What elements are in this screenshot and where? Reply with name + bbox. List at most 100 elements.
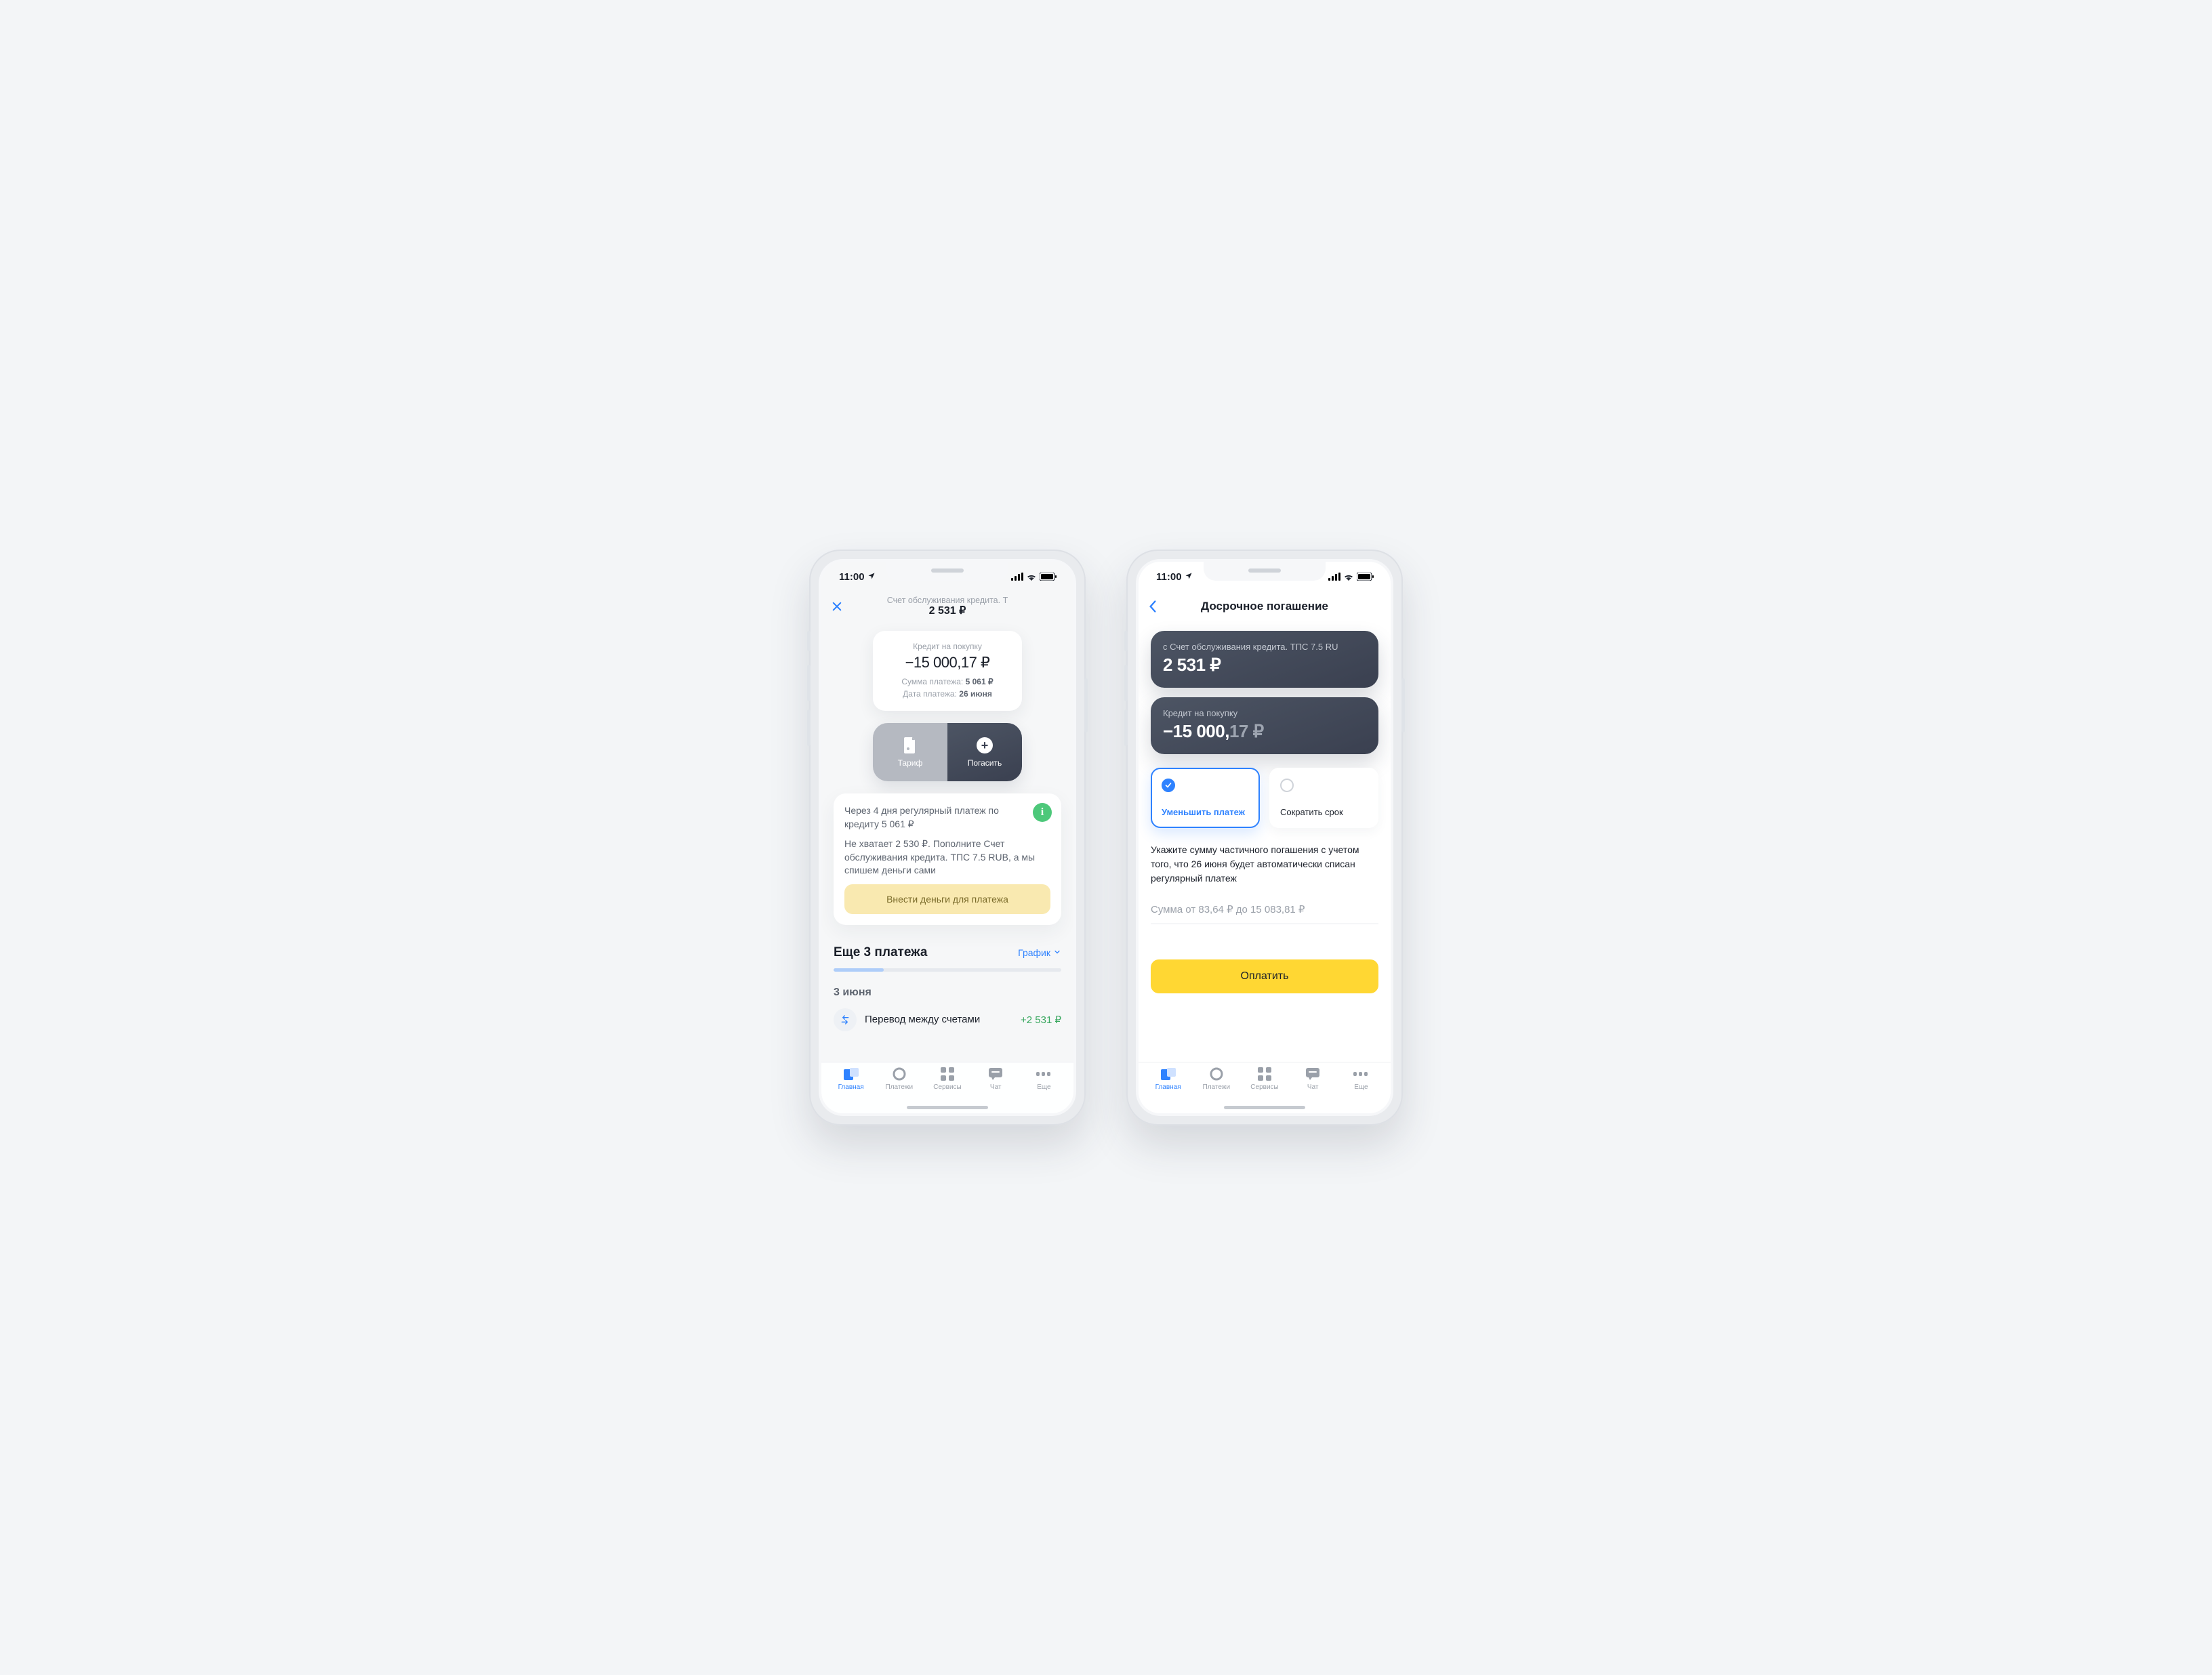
wifi-icon bbox=[1026, 573, 1037, 581]
from-account-amount: 2 531 ₽ bbox=[1163, 655, 1366, 676]
notch bbox=[1204, 562, 1326, 581]
more-icon bbox=[1035, 1067, 1052, 1081]
loan-balance: −15 000,17 ₽ bbox=[882, 654, 1012, 671]
silent-switch bbox=[1124, 631, 1128, 651]
plus-circle-icon: + bbox=[976, 737, 994, 754]
loan-card[interactable]: Кредит на покупку −15 000,17 ₽ bbox=[1151, 697, 1378, 754]
wifi-icon bbox=[1343, 573, 1354, 581]
services-icon bbox=[939, 1067, 956, 1081]
schedule-progress bbox=[834, 968, 1061, 972]
chat-icon bbox=[1304, 1067, 1322, 1081]
home-icon bbox=[1160, 1067, 1177, 1081]
mockup-stage: 11:00 bbox=[782, 495, 1430, 1180]
schedule-link[interactable]: График bbox=[1018, 947, 1061, 958]
phone-left: 11:00 bbox=[809, 550, 1086, 1125]
schedule-title: Еще 3 платежа bbox=[834, 945, 927, 960]
info-icon[interactable]: i bbox=[1033, 803, 1052, 822]
chat-icon bbox=[987, 1067, 1004, 1081]
schedule-block: Еще 3 платежа График 3 июня bbox=[834, 945, 1061, 1031]
payment-date-label: Дата платежа: bbox=[903, 689, 957, 699]
tariff-tile[interactable]: Тариф bbox=[873, 723, 947, 781]
tab-home[interactable]: Главная bbox=[827, 1067, 875, 1100]
chevron-down-icon bbox=[1053, 947, 1061, 958]
amount-input[interactable]: Сумма от 83,64 ₽ до 15 083,81 ₽ bbox=[1151, 903, 1378, 924]
tariff-tile-label: Тариф bbox=[898, 758, 923, 768]
radio-selected-icon bbox=[1162, 779, 1175, 792]
notice-line-2: Не хватает 2 530 ₽. Пополните Счет обслу… bbox=[844, 838, 1050, 877]
tab-more[interactable]: Еще bbox=[1337, 1067, 1385, 1100]
cellular-icon bbox=[1328, 573, 1340, 581]
nav-bar: Досрочное погашение bbox=[1139, 592, 1391, 621]
payment-sum-label: Сумма платежа: bbox=[901, 677, 963, 686]
repay-tile-label: Погасить bbox=[968, 758, 1002, 768]
close-button[interactable] bbox=[831, 600, 851, 613]
day-heading: 3 июня bbox=[834, 987, 1061, 999]
location-icon bbox=[867, 571, 876, 583]
power-button bbox=[1401, 678, 1405, 732]
option-reduce-payment[interactable]: Уменьшить платеж bbox=[1151, 768, 1260, 828]
loan-action-tiles: Тариф + Погасить bbox=[873, 723, 1022, 781]
transaction-row[interactable]: Перевод между счетами +2 531 ₽ bbox=[834, 1008, 1061, 1031]
payment-notice-card: i Через 4 дня регулярный платеж по креди… bbox=[834, 793, 1061, 925]
option-reduce-term[interactable]: Сократить срок bbox=[1269, 768, 1378, 828]
tab-bar: Главная Платежи Сервисы bbox=[821, 1062, 1073, 1113]
option-reduce-term-label: Сократить срок bbox=[1280, 807, 1368, 817]
more-icon bbox=[1352, 1067, 1370, 1081]
home-indicator[interactable] bbox=[907, 1106, 988, 1109]
tab-chat[interactable]: Чат bbox=[972, 1067, 1020, 1100]
tab-services[interactable]: Сервисы bbox=[923, 1067, 971, 1100]
from-account-card[interactable]: с Счет обслуживания кредита. ТПС 7.5 RU … bbox=[1151, 631, 1378, 688]
volume-down-button bbox=[807, 709, 811, 746]
nav-bar: Счет обслуживания кредита. Т 2 531 ₽ bbox=[821, 592, 1073, 621]
cellular-icon bbox=[1011, 573, 1023, 581]
from-account-label: с Счет обслуживания кредита. ТПС 7.5 RU bbox=[1163, 642, 1366, 652]
home-indicator[interactable] bbox=[1224, 1106, 1305, 1109]
repay-tile[interactable]: + Погасить bbox=[947, 723, 1022, 781]
notice-line-1: Через 4 дня регулярный платеж по кредиту… bbox=[844, 804, 1026, 831]
payment-sum-value: 5 061 ₽ bbox=[966, 677, 994, 686]
battery-icon bbox=[1040, 573, 1057, 581]
tab-chat[interactable]: Чат bbox=[1289, 1067, 1337, 1100]
amount-hint: Укажите сумму частичного погашения с уче… bbox=[1151, 843, 1378, 886]
tab-bar: Главная Платежи Сервисы bbox=[1139, 1062, 1391, 1113]
payments-icon bbox=[1208, 1067, 1225, 1081]
deposit-button[interactable]: Внести деньги для платежа bbox=[844, 884, 1050, 914]
location-icon bbox=[1185, 571, 1193, 583]
payments-icon bbox=[890, 1067, 908, 1081]
volume-down-button bbox=[1124, 709, 1128, 746]
nav-title: Досрочное погашение bbox=[1168, 600, 1361, 613]
loan-card-label: Кредит на покупку bbox=[1163, 708, 1366, 718]
silent-switch bbox=[807, 631, 811, 651]
loan-card-amount: −15 000,17 ₽ bbox=[1163, 721, 1366, 742]
tab-home[interactable]: Главная bbox=[1144, 1067, 1192, 1100]
services-icon bbox=[1256, 1067, 1273, 1081]
option-reduce-payment-label: Уменьшить платеж bbox=[1162, 807, 1249, 817]
transaction-amount: +2 531 ₽ bbox=[1021, 1014, 1061, 1026]
tab-more[interactable]: Еще bbox=[1020, 1067, 1068, 1100]
tab-services[interactable]: Сервисы bbox=[1240, 1067, 1288, 1100]
home-icon bbox=[842, 1067, 860, 1081]
radio-unselected-icon bbox=[1280, 779, 1294, 792]
transfer-icon bbox=[834, 1008, 857, 1031]
nav-subtitle: Счет обслуживания кредита. Т bbox=[851, 596, 1044, 605]
power-button bbox=[1084, 678, 1088, 732]
status-time: 11:00 bbox=[839, 571, 865, 583]
status-time: 11:00 bbox=[1156, 571, 1182, 583]
battery-icon bbox=[1357, 573, 1374, 581]
pay-button[interactable]: Оплатить bbox=[1151, 959, 1378, 993]
repayment-options: Уменьшить платеж Сократить срок bbox=[1151, 768, 1378, 828]
tab-payments[interactable]: Платежи bbox=[875, 1067, 923, 1100]
phone-right: 11:00 bbox=[1126, 550, 1403, 1125]
transaction-title: Перевод между счетами bbox=[865, 1014, 1012, 1025]
tab-payments[interactable]: Платежи bbox=[1192, 1067, 1240, 1100]
notch bbox=[886, 562, 1008, 581]
back-button[interactable] bbox=[1148, 600, 1168, 613]
volume-up-button bbox=[807, 665, 811, 701]
nav-amount: 2 531 ₽ bbox=[851, 605, 1044, 617]
schedule-progress-fill bbox=[834, 968, 884, 972]
payment-date-value: 26 июня bbox=[959, 689, 992, 699]
volume-up-button bbox=[1124, 665, 1128, 701]
document-icon bbox=[901, 737, 919, 754]
loan-label: Кредит на покупку bbox=[882, 642, 1012, 651]
loan-summary-card[interactable]: Кредит на покупку −15 000,17 ₽ Сумма пла… bbox=[873, 631, 1022, 711]
